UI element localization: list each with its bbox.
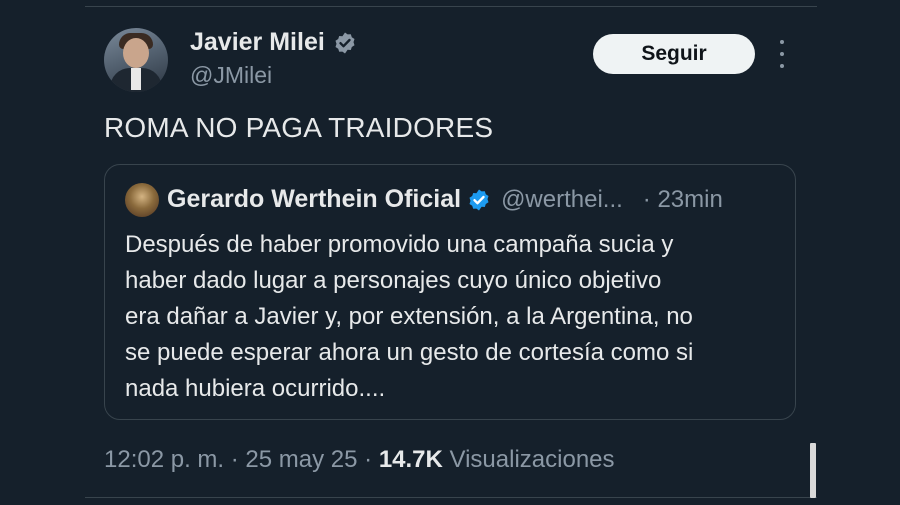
- meta-separator: ·: [224, 446, 246, 473]
- top-divider: [85, 6, 817, 7]
- quoted-text-line: era dañar a Javier y, por extensión, a l…: [125, 303, 693, 330]
- views-count[interactable]: 14.7K: [379, 446, 443, 473]
- quoted-timestamp[interactable]: · 23min: [643, 186, 723, 214]
- author-avatar[interactable]: [104, 28, 168, 92]
- avatar-shirt: [131, 68, 141, 90]
- author-name[interactable]: Javier Milei: [190, 28, 325, 57]
- tweet-date[interactable]: 25 may 25: [245, 446, 357, 473]
- meta-separator: ·: [357, 446, 379, 473]
- more-dot: [780, 64, 784, 68]
- tweet-time[interactable]: 12:02 p. m.: [104, 446, 224, 473]
- quoted-text-line: se puede esperar ahora un gesto de corte…: [125, 339, 694, 366]
- quoted-author-avatar[interactable]: [125, 183, 159, 217]
- quoted-text-line: nada hubiera ocurrido....: [125, 375, 386, 402]
- more-dot: [780, 52, 784, 56]
- author-handle[interactable]: @JMilei: [190, 62, 272, 89]
- author-name-row: Javier Milei: [190, 28, 357, 57]
- tweet-metadata: 12:02 p. m. · 25 may 25 · 14.7K Visualiz…: [104, 446, 615, 474]
- scrollbar-thumb[interactable]: [810, 443, 816, 498]
- more-options-icon[interactable]: [776, 40, 788, 68]
- avatar-face: [123, 38, 149, 68]
- quoted-tweet-card[interactable]: Gerardo Werthein Oficial @werthei... · 2…: [104, 164, 796, 420]
- bottom-divider: [85, 497, 817, 498]
- quoted-text-line: haber dado lugar a personajes cuyo único…: [125, 267, 662, 294]
- quoted-header: Gerardo Werthein Oficial @werthei... · 2…: [167, 185, 723, 214]
- tweet-text: ROMA NO PAGA TRAIDORES: [104, 112, 494, 143]
- views-label: Visualizaciones: [442, 446, 615, 473]
- quoted-author-name[interactable]: Gerardo Werthein Oficial: [167, 185, 461, 214]
- quoted-author-handle[interactable]: @werthei...: [501, 186, 623, 214]
- follow-button[interactable]: Seguir: [593, 34, 755, 74]
- quoted-tweet-text: Después de haber promovido una campaña s…: [125, 227, 785, 407]
- more-dot: [780, 40, 784, 44]
- quoted-text-line: Después de haber promovido una campaña s…: [125, 231, 674, 258]
- verified-blue-badge-icon: [467, 188, 491, 212]
- verified-badge-icon: [333, 31, 357, 55]
